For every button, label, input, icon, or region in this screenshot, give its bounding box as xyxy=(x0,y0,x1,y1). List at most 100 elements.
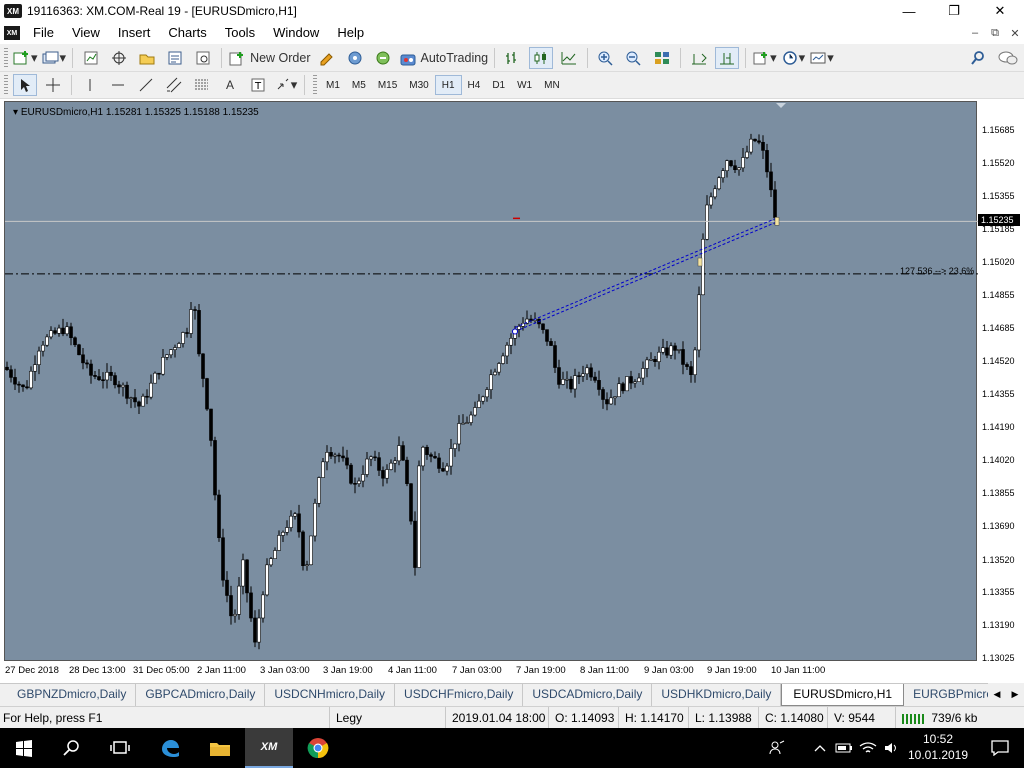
people-icon[interactable] xyxy=(762,728,792,768)
zoom-in-icon[interactable] xyxy=(594,47,618,69)
menu-help[interactable]: Help xyxy=(328,22,373,44)
volume-icon[interactable] xyxy=(880,728,902,768)
bullish-candle xyxy=(609,397,613,405)
task-view-icon[interactable] xyxy=(96,728,144,768)
text-label-icon[interactable]: T xyxy=(246,74,270,96)
wifi-icon[interactable] xyxy=(857,728,879,768)
show-hidden-icons[interactable] xyxy=(808,728,832,768)
chart-shift-icon[interactable] xyxy=(715,46,740,69)
chat-icon[interactable] xyxy=(996,47,1020,69)
menu-view[interactable]: View xyxy=(63,22,109,44)
symbol-info-text: EURUSDmicro,H1 1.15281 1.15325 1.15188 1… xyxy=(20,107,259,118)
bullish-candle xyxy=(257,617,261,643)
toolbar-grip[interactable] xyxy=(4,47,8,68)
timeframe-m5[interactable]: M5 xyxy=(346,75,372,95)
metaeditor-icon[interactable] xyxy=(315,47,339,69)
new-chart-icon[interactable]: ▾ xyxy=(13,47,38,69)
battery-icon[interactable] xyxy=(833,728,855,768)
tester-icon[interactable] xyxy=(191,47,215,69)
bullish-candle xyxy=(501,355,505,364)
trendline-icon[interactable] xyxy=(134,74,158,96)
bullish-candle xyxy=(453,443,457,449)
notifications-icon[interactable] xyxy=(976,728,1024,768)
mdi-close-button[interactable]: ✕ xyxy=(1004,22,1024,44)
maximize-button[interactable]: ❐ xyxy=(931,0,977,22)
chart-canvas[interactable]: ▾ EURUSDmicro,H1 1.15281 1.15325 1.15188… xyxy=(4,101,978,662)
tab-gbpcad[interactable]: GBPCADmicro,Daily xyxy=(136,684,266,706)
fibonacci-icon[interactable] xyxy=(190,74,214,96)
templates-icon[interactable]: ▾ xyxy=(809,47,834,69)
mdi-restore-button[interactable]: ⧉ xyxy=(984,22,1006,44)
profiles-icon[interactable]: ▾ xyxy=(42,47,66,69)
mdi-minimize-button[interactable]: – xyxy=(964,22,986,44)
bearish-candle xyxy=(137,401,141,407)
periods-icon[interactable]: ▾ xyxy=(781,47,805,69)
candlestick-icon[interactable] xyxy=(529,46,554,69)
tab-usdcad[interactable]: USDCADmicro,Daily xyxy=(523,684,653,706)
bullish-candle xyxy=(645,359,649,369)
file-explorer-icon[interactable] xyxy=(196,728,244,768)
text-icon[interactable]: A xyxy=(218,74,242,96)
horizontal-line-icon[interactable] xyxy=(106,74,130,96)
timeframe-w1[interactable]: W1 xyxy=(511,75,538,95)
metatrader-taskbar-icon[interactable]: XM xyxy=(245,728,293,768)
timeframe-m1[interactable]: M1 xyxy=(320,75,346,95)
toolbar-grip[interactable] xyxy=(4,75,8,95)
candlestick-chart[interactable] xyxy=(5,102,978,662)
minimize-button[interactable]: — xyxy=(886,0,932,22)
toolbar-grip[interactable] xyxy=(313,75,317,95)
autotrading-button[interactable]: AutoTrading xyxy=(399,47,488,69)
timeframe-m30[interactable]: M30 xyxy=(403,75,434,95)
close-button[interactable]: ✕ xyxy=(977,0,1023,22)
timeframe-h1[interactable]: H1 xyxy=(434,75,462,95)
tab-usdhkd[interactable]: USDHKDmicro,Daily xyxy=(652,684,782,706)
tab-usdcnh[interactable]: USDCNHmicro,Daily xyxy=(265,684,396,706)
data-window-icon[interactable] xyxy=(107,47,131,69)
bar-chart-icon[interactable] xyxy=(501,47,525,69)
bearish-candle xyxy=(349,464,353,484)
chart-window-icon[interactable]: XM xyxy=(4,26,20,40)
tab-usdchf[interactable]: USDCHFmicro,Daily xyxy=(395,684,524,706)
chrome-icon[interactable] xyxy=(294,728,342,768)
bullish-candle xyxy=(233,614,237,617)
signals-icon[interactable] xyxy=(343,47,367,69)
indicators-icon[interactable]: ▾ xyxy=(752,47,777,69)
tab-eurusd-h1[interactable]: EURUSDmicro,H1 xyxy=(781,684,905,706)
timeframe-mn[interactable]: MN xyxy=(538,75,566,95)
menu-insert[interactable]: Insert xyxy=(109,22,160,44)
market-icon[interactable] xyxy=(371,47,395,69)
tab-scroll-left-icon[interactable]: ◀ xyxy=(988,683,1006,706)
edge-icon[interactable] xyxy=(146,728,194,768)
timeframe-d1[interactable]: D1 xyxy=(486,75,511,95)
new-order-button[interactable]: New Order xyxy=(228,47,311,69)
system-clock[interactable]: 10:52 10.01.2019 xyxy=(906,731,970,763)
search-icon[interactable] xyxy=(966,47,990,69)
terminal-icon[interactable] xyxy=(163,47,187,69)
menu-charts[interactable]: Charts xyxy=(159,22,215,44)
tab-gbpnzd[interactable]: GBPNZDmicro,Daily xyxy=(0,684,137,706)
menu-file[interactable]: File xyxy=(24,22,63,44)
bearish-candle xyxy=(757,140,761,143)
timeframe-h4[interactable]: H4 xyxy=(462,75,487,95)
tile-windows-icon[interactable] xyxy=(650,47,674,69)
arrows-icon[interactable]: ▾ xyxy=(274,74,298,96)
search-icon[interactable] xyxy=(48,728,96,768)
menu-window[interactable]: Window xyxy=(264,22,328,44)
start-icon[interactable] xyxy=(0,728,48,768)
navigator-icon[interactable] xyxy=(135,47,159,69)
bearish-candle xyxy=(665,347,669,356)
connection-status[interactable]: 739/6 kb xyxy=(895,707,977,729)
market-watch-icon[interactable] xyxy=(79,47,103,69)
channel-icon[interactable] xyxy=(162,74,186,96)
crosshair-icon[interactable] xyxy=(41,74,65,96)
vertical-line-icon[interactable] xyxy=(78,74,102,96)
menu-tools[interactable]: Tools xyxy=(216,22,264,44)
zoom-out-icon[interactable] xyxy=(622,47,646,69)
cursor-icon[interactable] xyxy=(13,74,37,96)
bearish-candle xyxy=(185,332,189,334)
autoscroll-icon[interactable] xyxy=(687,47,711,69)
bullish-candle xyxy=(141,395,145,407)
tab-scroll-right-icon[interactable]: ▶ xyxy=(1006,683,1024,706)
timeframe-m15[interactable]: M15 xyxy=(372,75,403,95)
line-chart-icon[interactable] xyxy=(557,47,581,69)
